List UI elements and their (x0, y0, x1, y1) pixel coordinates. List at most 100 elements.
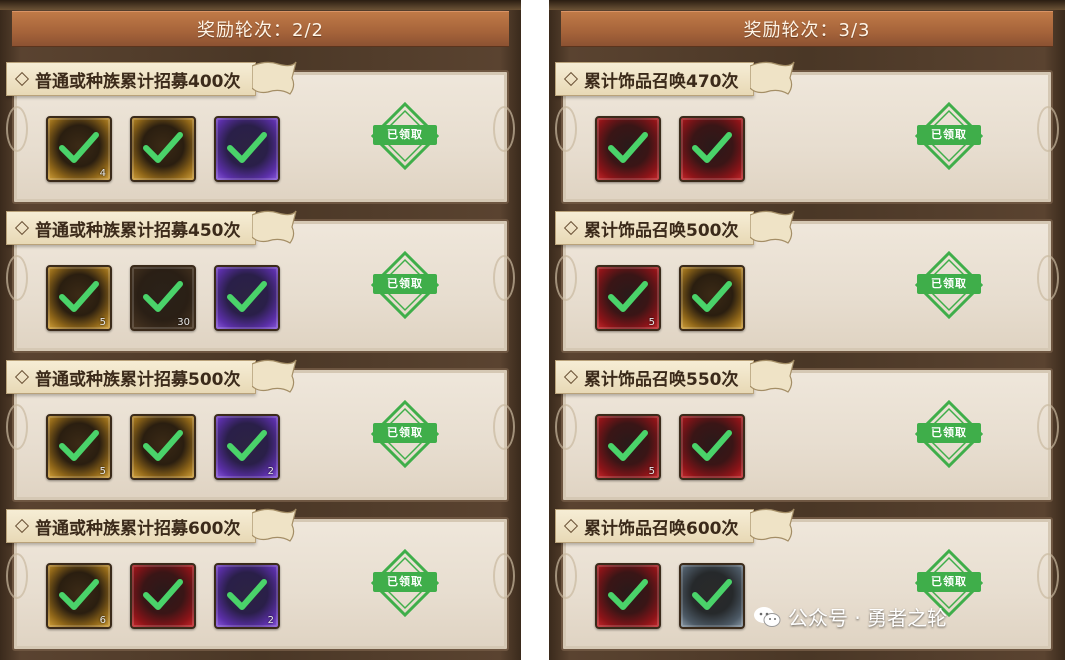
tier-title-ribbon: 累计饰品召唤600次 (555, 509, 754, 543)
claimed-check-icon (143, 132, 183, 163)
diamond-bullet-icon (563, 220, 579, 236)
claimed-check-icon (692, 579, 732, 610)
claimed-check-icon (143, 579, 183, 610)
card-ornament (1037, 553, 1059, 599)
diamond-bullet-icon (14, 220, 30, 236)
tier-title: 累计饰品召唤600次 (584, 518, 739, 539)
ribbon-tail-icon (252, 359, 297, 393)
claimed-check-icon (692, 281, 732, 312)
card-ornament (493, 553, 515, 599)
left-reward-panel: 奖励轮次：2/2 普通或种族累计招募400次 4 已领取 普通或种族累计招募450次 5… (0, 0, 521, 660)
item-quantity: 5 (99, 317, 106, 328)
item-quantity: 2 (267, 466, 274, 477)
round-header: 奖励轮次：2/2 (12, 11, 509, 47)
gold-hero-fragment-icon[interactable]: 5 (46, 414, 112, 480)
diamond-bullet-icon (14, 71, 30, 87)
claimed-check-icon (227, 132, 267, 163)
claimed-check-icon (227, 430, 267, 461)
red-accessory-icon[interactable]: 5 (595, 414, 661, 480)
claimed-stamp: 已领取 (370, 250, 440, 320)
card-ornament (555, 404, 577, 450)
claimed-check-icon (59, 281, 99, 312)
ribbon-tail-icon (252, 210, 297, 244)
tier-title-ribbon: 普通或种族累计招募600次 (6, 509, 256, 543)
card-ornament (555, 553, 577, 599)
red-hero-fragment-icon[interactable] (130, 563, 196, 629)
item-quantity: 30 (177, 317, 190, 328)
gold-hero-fragment-icon[interactable]: 5 (46, 265, 112, 331)
round-header: 奖励轮次：3/3 (561, 11, 1053, 47)
reward-tier-card: 累计饰品召唤470次已领取 (555, 61, 1059, 204)
tier-title: 普通或种族累计招募500次 (35, 369, 241, 390)
ribbon-tail-icon (750, 210, 795, 244)
card-ornament (555, 255, 577, 301)
card-ornament (493, 255, 515, 301)
claimed-stamp: 已领取 (370, 399, 440, 469)
tier-title-ribbon: 普通或种族累计招募500次 (6, 360, 256, 394)
item-quantity: 2 (267, 615, 274, 626)
card-ornament (6, 255, 28, 301)
claimed-check-icon (608, 281, 648, 312)
tier-title-ribbon: 普通或种族累计招募400次 (6, 62, 256, 96)
stamp-label: 已领取 (387, 128, 423, 141)
dark-material-icon[interactable]: 30 (130, 265, 196, 331)
stamp-label: 已领取 (387, 575, 423, 588)
red-accessory-icon[interactable] (679, 414, 745, 480)
gold-hero-fragment-icon[interactable] (130, 116, 196, 182)
wechat-icon (754, 606, 781, 627)
claimed-stamp: 已领取 (914, 101, 984, 171)
steel-accessory-icon[interactable] (679, 563, 745, 629)
watermark-text: 公众号 · 勇者之轮 (788, 606, 948, 630)
tier-title: 累计饰品召唤550次 (584, 369, 739, 390)
stamp-label: 已领取 (931, 426, 967, 439)
claimed-check-icon (692, 430, 732, 461)
claimed-check-icon (143, 281, 183, 312)
card-ornament (493, 404, 515, 450)
right-reward-panel: 奖励轮次：3/3 累计饰品召唤470次 已领取 累计饰品召唤500次 5 已领取 累计饰品… (549, 0, 1065, 660)
gold-orb-icon[interactable] (130, 414, 196, 480)
item-quantity: 6 (99, 615, 106, 626)
reward-items: 5 (595, 414, 745, 480)
item-quantity: 5 (648, 317, 655, 328)
round-label: 奖励轮次：3/3 (743, 20, 871, 41)
claimed-check-icon (143, 430, 183, 461)
card-ornament (6, 106, 28, 152)
reward-tier-card: 累计饰品召唤550次 5 已领取 (555, 359, 1059, 502)
claimed-check-icon (608, 430, 648, 461)
reward-tier-card: 累计饰品召唤500次 5 已领取 (555, 210, 1059, 353)
card-ornament (493, 106, 515, 152)
claimed-stamp: 已领取 (914, 399, 984, 469)
claimed-check-icon (692, 132, 732, 163)
stamp-label: 已领取 (931, 277, 967, 290)
purple-hero-fragment-icon[interactable]: 2 (214, 414, 280, 480)
purple-hero-fragment-icon[interactable] (214, 265, 280, 331)
gold-hero-fragment-icon[interactable]: 4 (46, 116, 112, 182)
watermark: 公众号 · 勇者之轮 (752, 602, 947, 631)
item-quantity: 5 (648, 466, 655, 477)
claimed-stamp: 已领取 (914, 250, 984, 320)
gold-accessory-icon[interactable] (679, 265, 745, 331)
claimed-check-icon (608, 132, 648, 163)
reward-items: 62 (46, 563, 280, 629)
diamond-bullet-icon (563, 518, 579, 534)
tier-title: 累计饰品召唤470次 (584, 71, 739, 92)
red-accessory-icon[interactable] (679, 116, 745, 182)
ribbon-tail-icon (750, 61, 795, 95)
red-accessory-icon[interactable] (595, 563, 661, 629)
red-accessory-icon[interactable] (595, 116, 661, 182)
tier-title-ribbon: 累计饰品召唤500次 (555, 211, 754, 245)
panel-top-strip (549, 0, 1065, 10)
claimed-check-icon (59, 132, 99, 163)
claimed-check-icon (227, 281, 267, 312)
red-accessory-icon[interactable]: 5 (595, 265, 661, 331)
card-ornament (1037, 255, 1059, 301)
ribbon-tail-icon (252, 508, 297, 542)
diamond-bullet-icon (14, 518, 30, 534)
diamond-bullet-icon (563, 71, 579, 87)
reward-items: 4 (46, 116, 280, 182)
purple-hero-fragment-icon[interactable]: 2 (214, 563, 280, 629)
gold-hero-fragment-icon[interactable]: 6 (46, 563, 112, 629)
purple-hero-fragment-icon[interactable] (214, 116, 280, 182)
claimed-stamp: 已领取 (370, 101, 440, 171)
reward-items (595, 116, 745, 182)
